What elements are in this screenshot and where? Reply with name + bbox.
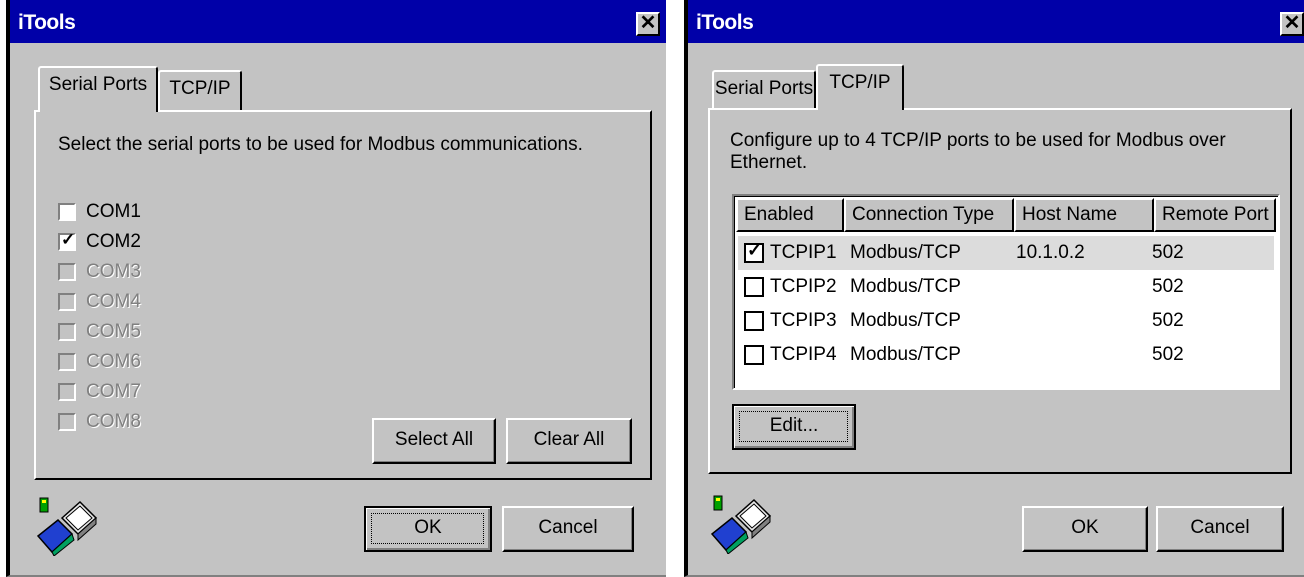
column-header-host-name[interactable]: Host Name [1014,198,1154,232]
checkbox-com2[interactable]: ✓ [58,230,76,251]
window-title: iTools [696,11,754,34]
table-row[interactable]: TCPIP2 Modbus/TCP 502 [738,270,1274,304]
port-item-com3: COM3 [58,258,141,286]
checkbox-com6 [58,353,76,371]
tab-serial-ports[interactable]: Serial Ports [712,70,816,110]
close-icon: ✕ [639,12,657,34]
tab-tcp-ip[interactable]: TCP/IP [816,64,904,110]
button-label: Select All [394,429,474,450]
tab-label: Serial Ports [48,74,148,95]
column-header-enabled[interactable]: Enabled [736,198,844,232]
port-label: COM6 [86,351,141,372]
close-button[interactable]: ✕ [636,12,660,36]
close-button[interactable]: ✕ [1280,12,1304,36]
checkbox-tcpip2[interactable] [744,277,764,297]
table-row[interactable]: TCPIP3 Modbus/TCP 502 [738,304,1274,338]
network-computers-icon [710,495,772,554]
checkbox-tcpip3[interactable] [744,311,764,331]
column-header-connection-type[interactable]: Connection Type [844,198,1014,232]
focus-rect [371,513,484,544]
checkbox-tcpip4[interactable] [744,345,764,365]
checkbox-com5 [58,323,76,341]
cancel-button[interactable]: Cancel [502,506,634,552]
port-label: COM1 [86,201,141,222]
port-item-com2[interactable]: ✓ COM2 [58,228,141,256]
checkbox-com3 [58,263,76,281]
tab-label: Serial Ports [714,78,814,99]
row-remote-port: 502 [1152,242,1184,263]
column-header-remote-port[interactable]: Remote Port [1154,198,1276,232]
port-item-com5: COM5 [58,318,141,346]
row-connection-type: Modbus/TCP [850,310,961,331]
table-row[interactable]: TCPIP4 Modbus/TCP 502 [738,338,1274,372]
itools-dialog-serial: iTools ✕ Serial Ports TCP/IP Select the … [6,0,666,577]
ok-button[interactable]: OK [364,506,492,552]
row-name: TCPIP1 [770,242,837,263]
row-remote-port: 502 [1152,344,1184,365]
row-connection-type: Modbus/TCP [850,242,961,263]
port-item-com7: COM7 [58,378,141,406]
checkmark-icon: ✓ [747,240,763,260]
port-label: COM7 [86,381,141,402]
port-label: COM2 [86,231,141,252]
port-label: COM3 [86,261,141,282]
button-label: Cancel [1190,517,1250,538]
window-title: iTools [18,11,76,34]
tcpip-port-list[interactable]: Enabled Connection Type Host Name Remote… [732,194,1280,390]
port-item-com8: COM8 [58,408,141,436]
focus-rect [739,411,848,442]
checkbox-com8 [58,413,76,431]
port-item-com4: COM4 [58,288,141,316]
itools-dialog-tcpip: iTools ✕ Serial Ports TCP/IP Configure u… [684,0,1304,577]
row-connection-type: Modbus/TCP [850,276,961,297]
close-icon: ✕ [1283,12,1301,34]
row-name: TCPIP3 [770,310,837,331]
port-label: COM4 [86,291,141,312]
port-label: COM5 [86,321,141,342]
select-all-button[interactable]: Select All [372,418,496,464]
button-label: OK [1071,517,1099,538]
table-row[interactable]: ✓ TCPIP1 Modbus/TCP 10.1.0.2 502 [738,236,1274,270]
ok-button[interactable]: OK [1022,506,1148,552]
checkmark-icon: ✓ [61,230,76,249]
cancel-button[interactable]: Cancel [1156,506,1284,552]
port-item-com6: COM6 [58,348,141,376]
row-remote-port: 502 [1152,310,1184,331]
tab-label: TCP/IP [829,72,891,93]
row-remote-port: 502 [1152,276,1184,297]
serial-description: Select the serial ports to be used for M… [58,134,583,155]
row-connection-type: Modbus/TCP [850,344,961,365]
title-bar[interactable]: iTools ✕ [688,0,1304,46]
checkbox-com7 [58,383,76,401]
edit-button[interactable]: Edit... [732,404,856,450]
tcpip-panel: Configure up to 4 TCP/IP ports to be use… [708,108,1292,474]
port-item-com1[interactable]: COM1 [58,198,141,226]
tab-tcp-ip[interactable]: TCP/IP [158,70,242,110]
row-name: TCPIP2 [770,276,837,297]
checkbox-com1[interactable] [58,203,76,221]
tcpip-description: Configure up to 4 TCP/IP ports to be use… [730,130,1226,173]
clear-all-button[interactable]: Clear All [506,418,632,464]
serial-ports-panel: Select the serial ports to be used for M… [34,110,652,480]
button-label: Clear All [533,429,605,450]
tab-label: TCP/IP [169,78,231,99]
row-host-name: 10.1.0.2 [1016,242,1085,263]
checkbox-com4 [58,293,76,311]
network-computers-icon [36,497,98,556]
tab-serial-ports[interactable]: Serial Ports [38,66,158,112]
title-bar[interactable]: iTools ✕ [10,0,666,46]
button-label: Cancel [538,517,598,538]
checkbox-tcpip1[interactable]: ✓ [744,240,764,263]
row-name: TCPIP4 [770,344,837,365]
port-label: COM8 [86,411,141,432]
